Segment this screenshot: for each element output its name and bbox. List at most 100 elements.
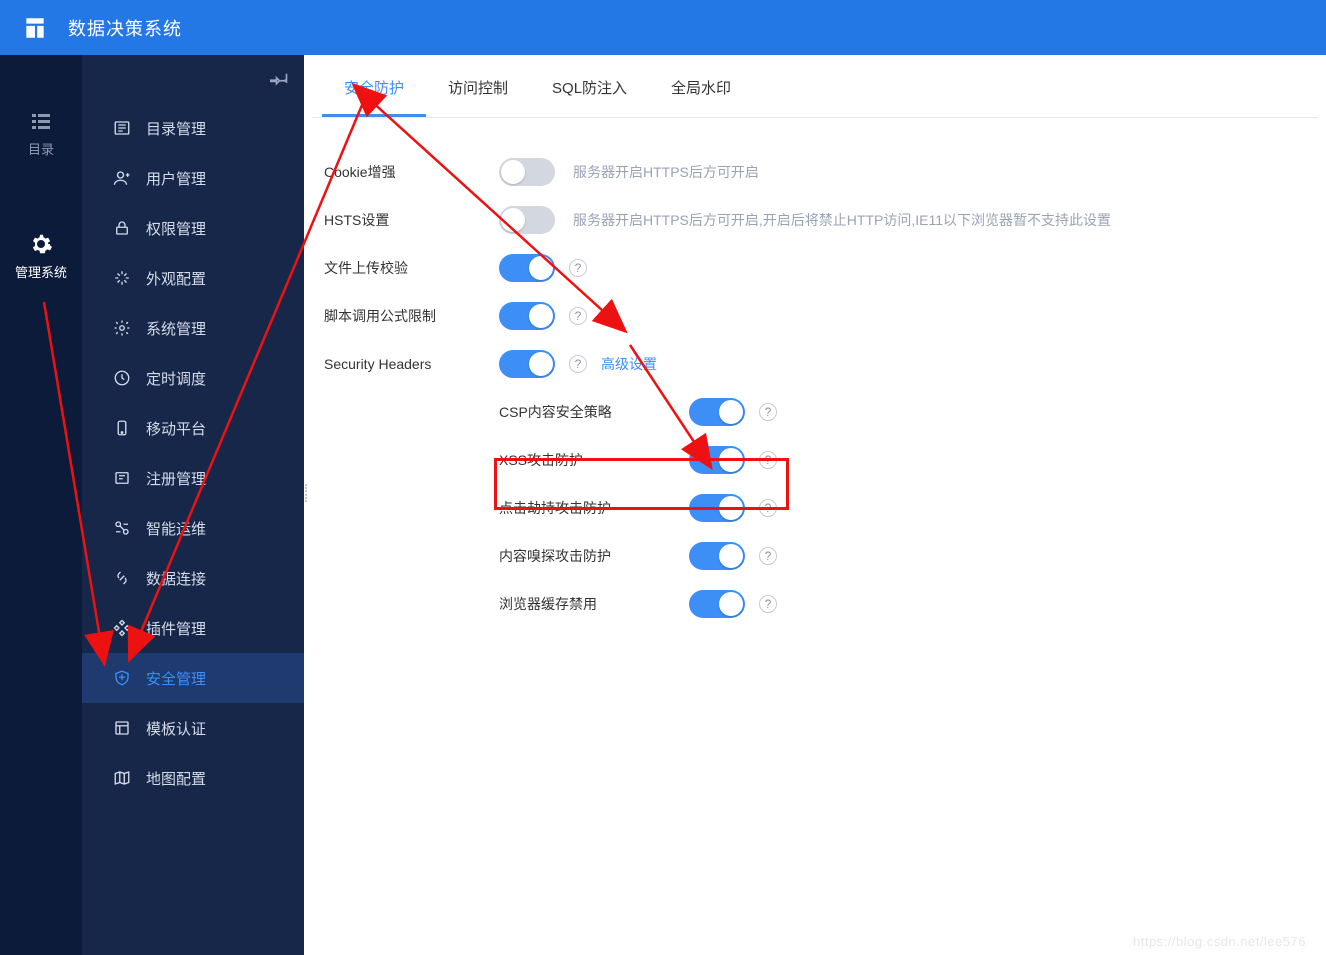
sidebar-item-label: 地图配置 xyxy=(146,768,206,789)
setting-desc: 服务器开启HTTPS后方可开启,开启后将禁止HTTP访问,IE11以下浏览器暂不… xyxy=(573,210,1111,230)
rail-label: 管理系统 xyxy=(15,262,67,281)
settings-panel: Cookie增强 服务器开启HTTPS后方可开启 HSTS设置 服务器开启HTT… xyxy=(304,118,1326,636)
content-area: 安全防护 访问控制 SQL防注入 全局水印 Cookie增强 服务器开启HTTP… xyxy=(304,55,1326,955)
help-icon[interactable]: ? xyxy=(759,547,777,565)
sidebar-item-mobile[interactable]: 移动平台 xyxy=(82,403,304,453)
tab-sql-injection[interactable]: SQL防注入 xyxy=(530,55,649,117)
sidebar-item-plugins[interactable]: 插件管理 xyxy=(82,603,304,653)
plugin-icon xyxy=(112,618,132,638)
toggle-cookie[interactable] xyxy=(499,158,555,186)
setting-row-cache: 浏览器缓存禁用 ? xyxy=(324,580,1318,628)
register-icon xyxy=(112,468,132,488)
settings-icon xyxy=(112,318,132,338)
setting-row-sniffing: 内容嗅探攻击防护 ? xyxy=(324,532,1318,580)
sidebar-item-label: 外观配置 xyxy=(146,268,206,289)
sidebar-item-label: 系统管理 xyxy=(146,318,206,339)
setting-sublabel: 浏览器缓存禁用 xyxy=(499,594,689,614)
setting-row-security-headers: Security Headers ? 高级设置 xyxy=(324,340,1318,388)
sidebar-item-schedule[interactable]: 定时调度 xyxy=(82,353,304,403)
resize-handle-icon[interactable] xyxy=(303,484,309,502)
toggle-sniffing[interactable] xyxy=(689,542,745,570)
rail-item-management[interactable]: 管理系统 xyxy=(0,218,82,301)
sidebar-item-ops[interactable]: 智能运维 xyxy=(82,503,304,553)
setting-label: 脚本调用公式限制 xyxy=(324,306,499,326)
setting-sublabel: CSP内容安全策略 xyxy=(499,402,689,422)
sidebar-item-label: 定时调度 xyxy=(146,368,206,389)
setting-label: 文件上传校验 xyxy=(324,258,499,278)
sidebar-item-label: 智能运维 xyxy=(146,518,206,539)
list-icon xyxy=(29,109,53,133)
setting-row-upload: 文件上传校验 ? xyxy=(324,244,1318,292)
template-icon xyxy=(112,718,132,738)
setting-row-hsts: HSTS设置 服务器开启HTTPS后方可开启,开启后将禁止HTTP访问,IE11… xyxy=(324,196,1318,244)
sidebar-item-label: 模板认证 xyxy=(146,718,206,739)
sidebar-item-permissions[interactable]: 权限管理 xyxy=(82,203,304,253)
sidebar-item-label: 用户管理 xyxy=(146,168,206,189)
tab-security-protection[interactable]: 安全防护 xyxy=(322,55,426,117)
gear-icon xyxy=(29,232,53,256)
advanced-settings-link[interactable]: 高级设置 xyxy=(601,354,657,374)
help-icon[interactable]: ? xyxy=(759,403,777,421)
sidebar-item-security[interactable]: 安全管理 xyxy=(82,653,304,703)
help-icon[interactable]: ? xyxy=(759,595,777,613)
rail-item-directory[interactable]: 目录 xyxy=(0,95,82,178)
watermark-text: https://blog.csdn.net/lee576 xyxy=(1133,934,1306,949)
tab-global-watermark[interactable]: 全局水印 xyxy=(649,55,753,117)
pin-icon[interactable] xyxy=(270,69,290,89)
help-icon[interactable]: ? xyxy=(569,259,587,277)
sidebar-item-label: 注册管理 xyxy=(146,468,206,489)
toggle-hsts[interactable] xyxy=(499,206,555,234)
toggle-csp[interactable] xyxy=(689,398,745,426)
sidebar-item-label: 数据连接 xyxy=(146,568,206,589)
tab-label: 访问控制 xyxy=(448,80,508,97)
sidebar-item-label: 目录管理 xyxy=(146,118,206,139)
setting-row-xss: XSS攻击防护 ? xyxy=(324,436,1318,484)
annotation-highlight-box xyxy=(494,458,789,510)
setting-row-script: 脚本调用公式限制 ? xyxy=(324,292,1318,340)
map-icon xyxy=(112,768,132,788)
sidebar-item-label: 权限管理 xyxy=(146,218,206,239)
app-title: 数据决策系统 xyxy=(68,15,182,41)
topbar: 数据决策系统 xyxy=(0,0,1326,55)
sidebar-item-map[interactable]: 地图配置 xyxy=(82,753,304,803)
setting-desc: 服务器开启HTTPS后方可开启 xyxy=(573,162,759,182)
tab-label: 安全防护 xyxy=(344,80,404,97)
user-icon xyxy=(112,168,132,188)
sidebar-item-data-connection[interactable]: 数据连接 xyxy=(82,553,304,603)
lock-icon xyxy=(112,218,132,238)
help-icon[interactable]: ? xyxy=(569,355,587,373)
toggle-security-headers[interactable] xyxy=(499,350,555,378)
sidebar-item-template[interactable]: 模板认证 xyxy=(82,703,304,753)
shield-icon xyxy=(112,668,132,688)
clock-icon xyxy=(112,368,132,388)
tab-access-control[interactable]: 访问控制 xyxy=(426,55,530,117)
setting-row-csp: CSP内容安全策略 ? xyxy=(324,388,1318,436)
nav-rail: 目录 管理系统 xyxy=(0,55,82,955)
sidebar-item-system[interactable]: 系统管理 xyxy=(82,303,304,353)
toggle-script[interactable] xyxy=(499,302,555,330)
sidebar-item-label: 插件管理 xyxy=(146,618,206,639)
sidebar-item-label: 移动平台 xyxy=(146,418,206,439)
rail-label: 目录 xyxy=(28,139,54,158)
setting-label: Cookie增强 xyxy=(324,162,499,182)
sidebar-item-appearance[interactable]: 外观配置 xyxy=(82,253,304,303)
setting-sublabel: 内容嗅探攻击防护 xyxy=(499,546,689,566)
help-icon[interactable]: ? xyxy=(569,307,587,325)
folder-icon xyxy=(112,118,132,138)
sidebar-item-label: 安全管理 xyxy=(146,668,206,689)
sidebar-item-register[interactable]: 注册管理 xyxy=(82,453,304,503)
sidebar-item-users[interactable]: 用户管理 xyxy=(82,153,304,203)
setting-label: Security Headers xyxy=(324,356,499,372)
sidebar: 目录管理 用户管理 权限管理 外观配置 系统管理 定时调度 移动平台 注册管理 … xyxy=(82,55,304,955)
toggle-cache[interactable] xyxy=(689,590,745,618)
setting-row-cookie: Cookie增强 服务器开启HTTPS后方可开启 xyxy=(324,148,1318,196)
toggle-upload[interactable] xyxy=(499,254,555,282)
palette-icon xyxy=(112,268,132,288)
ops-icon xyxy=(112,518,132,538)
setting-row-clickjacking: 点击劫持攻击防护 ? xyxy=(324,484,1318,532)
app-logo-icon xyxy=(20,13,50,43)
mobile-icon xyxy=(112,418,132,438)
sidebar-item-directory[interactable]: 目录管理 xyxy=(82,103,304,153)
setting-label: HSTS设置 xyxy=(324,210,499,230)
link-icon xyxy=(112,568,132,588)
